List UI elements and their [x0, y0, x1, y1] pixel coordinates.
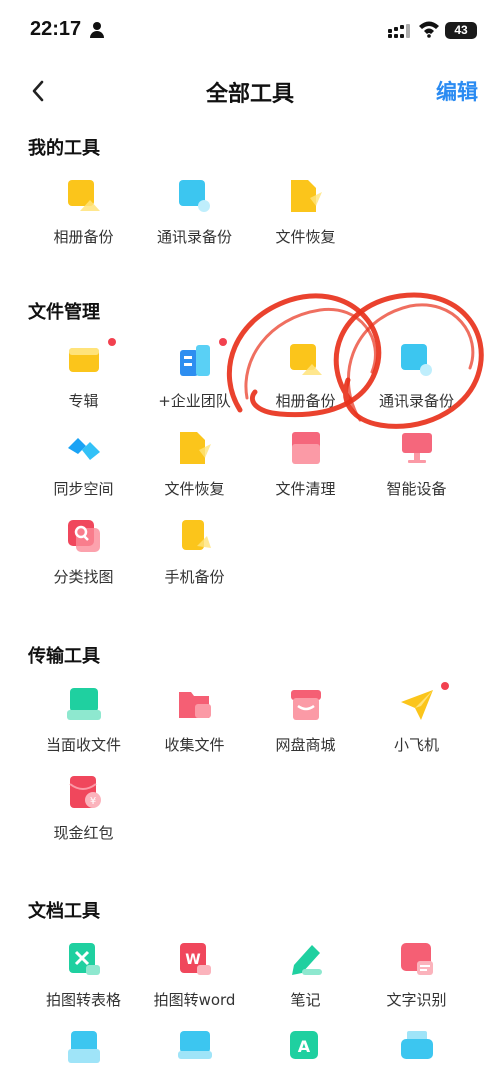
tool-translate[interactable]: A [250, 1029, 361, 1065]
tool-contacts-backup[interactable]: 通讯录备份 [139, 178, 250, 262]
smart-device-icon [402, 433, 432, 463]
tool-contacts-backup-2[interactable]: 通讯录备份 [361, 342, 472, 426]
enterprise-team-icon [180, 345, 210, 376]
tool-label: 同步空间 [53, 480, 114, 498]
section-title-transfer-tools: 传输工具 [28, 646, 100, 667]
tool-label: 智能设备 [386, 480, 447, 498]
tool-ocr[interactable]: 文字识别 [361, 941, 472, 1025]
status-time: 22:17 [30, 18, 82, 40]
tool-category-search[interactable]: 分类找图 [28, 518, 139, 602]
person-icon [90, 22, 104, 38]
red-envelope-icon: ¥ [69, 776, 101, 808]
section-title-file-management: 文件管理 [28, 302, 100, 323]
tool-photo-backup[interactable]: 相册备份 [28, 178, 139, 262]
tool-enterprise-team[interactable]: +企业团队 [139, 338, 250, 426]
tool-album[interactable]: 专辑 [28, 338, 139, 426]
nav-bar: 全部工具 编辑 [0, 60, 500, 120]
tool-label: 收集文件 [164, 736, 225, 754]
file-recovery-icon [291, 180, 322, 212]
album-icon [69, 348, 99, 372]
tool-store[interactable]: 网盘商城 [250, 686, 361, 770]
tool-phone-backup[interactable]: 手机备份 [139, 518, 250, 602]
printer-icon [401, 1031, 433, 1059]
scan-icon [68, 1031, 100, 1063]
tool-file-recovery[interactable]: 文件恢复 [250, 178, 361, 262]
tool-label: 相册备份 [275, 392, 336, 410]
tool-label: 小飞机 [393, 736, 439, 754]
tool-label: 文件恢复 [164, 480, 225, 498]
tool-label: 通讯录备份 [156, 228, 232, 246]
tool-label: 笔记 [290, 991, 321, 1009]
tool-photo-backup-2[interactable]: 相册备份 [250, 342, 361, 426]
phone-backup-icon [182, 520, 211, 550]
battery-level: 43 [454, 23, 468, 37]
tool-red-envelope[interactable]: ¥ 现金红包 [28, 774, 139, 858]
svg-text:A: A [298, 1037, 311, 1056]
tool-label: 拍图转表格 [45, 991, 121, 1009]
tool-empty-slot [361, 178, 472, 262]
photo-backup-icon [290, 344, 322, 375]
tool-label: 手机备份 [164, 568, 225, 586]
tool-label: 文件清理 [275, 480, 336, 498]
wifi-icon [419, 21, 439, 38]
tool-label: 拍图转word [153, 991, 236, 1009]
tool-label: 通讯录备份 [378, 392, 454, 410]
badge-dot [441, 682, 449, 690]
section-title-document-tools: 文档工具 [28, 901, 100, 922]
tool-label: 相册备份 [53, 228, 114, 246]
screen-icon [178, 1031, 212, 1059]
svg-text:¥: ¥ [90, 796, 96, 807]
tool-smart-device[interactable]: 智能设备 [361, 430, 472, 514]
status-bar: 22:17 43 [0, 0, 500, 60]
badge-dot [219, 338, 227, 346]
battery-indicator: 43 [445, 22, 477, 39]
tool-face-to-face-receive[interactable]: 当面收文件 [28, 686, 139, 770]
photo-to-excel-icon [69, 943, 100, 975]
page-title: 全部工具 [205, 82, 294, 107]
sync-space-icon [68, 438, 100, 460]
category-search-icon [68, 520, 100, 552]
tool-paper-plane[interactable]: 小飞机 [361, 682, 472, 770]
tool-label: 分类找图 [53, 568, 114, 586]
edit-button[interactable]: 编辑 [436, 76, 478, 106]
tool-label: 文件恢复 [275, 228, 336, 246]
file-cleanup-icon [292, 432, 320, 464]
file-recovery-icon [180, 432, 211, 464]
tool-label: +企业团队 [158, 392, 231, 410]
tool-label: 当面收文件 [45, 736, 121, 754]
translate-icon: A [290, 1031, 318, 1059]
photo-backup-icon [68, 180, 100, 211]
tool-photo-to-excel[interactable]: 拍图转表格 [28, 941, 139, 1025]
notes-icon [292, 945, 322, 975]
tool-sync-space[interactable]: 同步空间 [28, 430, 139, 514]
photo-to-word-icon: W [180, 943, 211, 975]
tool-scan[interactable] [28, 1029, 139, 1065]
contacts-backup-icon [179, 180, 210, 212]
tool-file-cleanup[interactable]: 文件清理 [250, 430, 361, 514]
tool-collect-files[interactable]: 收集文件 [139, 686, 250, 770]
tool-label: 现金红包 [53, 824, 114, 842]
paper-plane-icon [401, 690, 433, 720]
tool-screen[interactable] [139, 1029, 250, 1065]
tool-label: 专辑 [68, 392, 99, 410]
badge-dot [108, 338, 116, 346]
face-to-face-receive-icon [67, 688, 101, 720]
contacts-backup-icon [401, 344, 432, 376]
tool-file-recovery-2[interactable]: 文件恢复 [139, 430, 250, 514]
tool-printer[interactable] [361, 1029, 472, 1065]
signal-icon [388, 24, 410, 38]
ocr-icon [401, 943, 433, 975]
store-icon [291, 690, 321, 720]
tool-label: 网盘商城 [275, 736, 336, 754]
tool-label: 文字识别 [386, 991, 447, 1009]
tool-notes[interactable]: 笔记 [250, 941, 361, 1025]
tool-photo-to-word[interactable]: W 拍图转word [139, 941, 250, 1025]
collect-files-icon [179, 692, 211, 718]
empty-slot-icon [399, 178, 435, 214]
section-title-my-tools: 我的工具 [28, 138, 100, 159]
